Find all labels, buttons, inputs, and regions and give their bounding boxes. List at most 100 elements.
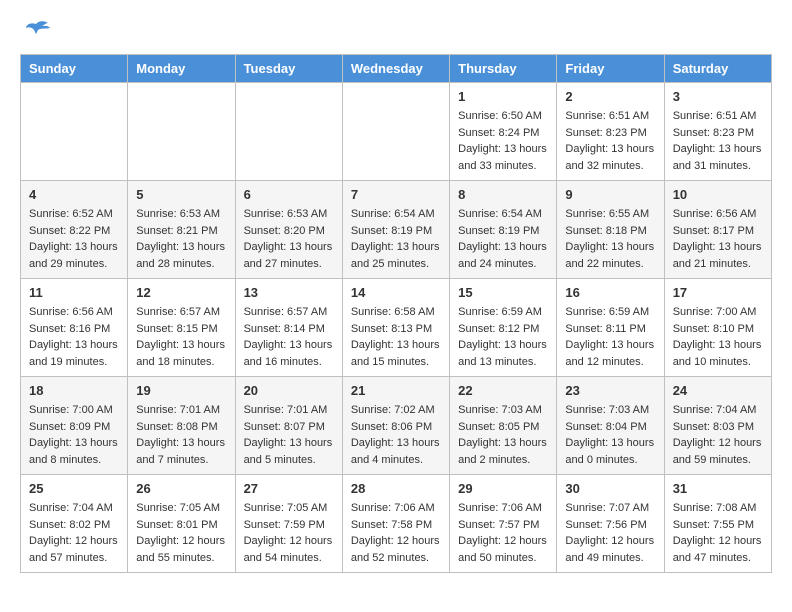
calendar-week-row: 4 Sunrise: 6:52 AM Sunset: 8:22 PM Daylig… (21, 181, 772, 279)
day-number: 11 (29, 285, 119, 300)
weekday-header-monday: Monday (128, 55, 235, 83)
calendar-cell: 29 Sunrise: 7:06 AM Sunset: 7:57 PM Dayli… (450, 475, 557, 573)
calendar-cell: 11 Sunrise: 6:56 AM Sunset: 8:16 PM Dayli… (21, 279, 128, 377)
calendar-cell (128, 83, 235, 181)
day-number: 9 (565, 187, 655, 202)
day-info: Sunrise: 7:05 AM Sunset: 8:01 PM Dayligh… (136, 500, 226, 566)
day-info: Sunrise: 6:59 AM Sunset: 8:11 PM Dayligh… (565, 304, 655, 370)
calendar-cell: 24 Sunrise: 7:04 AM Sunset: 8:03 PM Dayli… (664, 377, 771, 475)
day-info: Sunrise: 7:01 AM Sunset: 8:08 PM Dayligh… (136, 402, 226, 468)
calendar-cell: 13Sunrise: 6:57 AM Sunset: 8:14 PM Dayli… (235, 279, 342, 377)
day-number: 26 (136, 481, 226, 496)
weekday-header-sunday: Sunday (21, 55, 128, 83)
day-number: 17 (673, 285, 763, 300)
calendar-cell: 20 Sunrise: 7:01 AM Sunset: 8:07 PM Dayli… (235, 377, 342, 475)
day-info: Sunrise: 7:00 AM Sunset: 8:10 PM Dayligh… (673, 304, 763, 370)
calendar-cell: 14Sunrise: 6:58 AM Sunset: 8:13 PM Dayli… (342, 279, 449, 377)
day-info: Sunrise: 7:06 AM Sunset: 7:57 PM Dayligh… (458, 500, 548, 566)
calendar-cell: 26 Sunrise: 7:05 AM Sunset: 8:01 PM Dayli… (128, 475, 235, 573)
weekday-header-wednesday: Wednesday (342, 55, 449, 83)
day-info: Sunrise: 6:51 AM Sunset: 8:23 PM Dayligh… (673, 108, 763, 174)
day-info: Sunrise: 6:53 AM Sunset: 8:20 PM Dayligh… (244, 206, 334, 272)
day-number: 4 (29, 187, 119, 202)
weekday-header-saturday: Saturday (664, 55, 771, 83)
weekday-header-thursday: Thursday (450, 55, 557, 83)
weekday-header-row: SundayMondayTuesdayWednesdayThursdayFrid… (21, 55, 772, 83)
day-number: 28 (351, 481, 441, 496)
day-number: 5 (136, 187, 226, 202)
day-info: Sunrise: 7:04 AM Sunset: 8:03 PM Dayligh… (673, 402, 763, 468)
day-info: Sunrise: 6:56 AM Sunset: 8:16 PM Dayligh… (29, 304, 119, 370)
calendar-cell: 3 Sunrise: 6:51 AM Sunset: 8:23 PM Daylig… (664, 83, 771, 181)
calendar-cell: 15 Sunrise: 6:59 AM Sunset: 8:12 PM Dayli… (450, 279, 557, 377)
day-info: Sunrise: 6:52 AM Sunset: 8:22 PM Dayligh… (29, 206, 119, 272)
calendar-cell: 31Sunrise: 7:08 AM Sunset: 7:55 PM Dayli… (664, 475, 771, 573)
calendar-cell: 6 Sunrise: 6:53 AM Sunset: 8:20 PM Daylig… (235, 181, 342, 279)
calendar-cell: 12 Sunrise: 6:57 AM Sunset: 8:15 PM Dayli… (128, 279, 235, 377)
calendar-cell: 8Sunrise: 6:54 AM Sunset: 8:19 PM Daylig… (450, 181, 557, 279)
weekday-header-tuesday: Tuesday (235, 55, 342, 83)
calendar-cell (342, 83, 449, 181)
calendar-cell: 25Sunrise: 7:04 AM Sunset: 8:02 PM Dayli… (21, 475, 128, 573)
day-info: Sunrise: 6:55 AM Sunset: 8:18 PM Dayligh… (565, 206, 655, 272)
calendar-cell: 21 Sunrise: 7:02 AM Sunset: 8:06 PM Dayli… (342, 377, 449, 475)
calendar-cell (21, 83, 128, 181)
page-header (20, 20, 772, 38)
calendar-cell: 4 Sunrise: 6:52 AM Sunset: 8:22 PM Daylig… (21, 181, 128, 279)
day-info: Sunrise: 7:03 AM Sunset: 8:05 PM Dayligh… (458, 402, 548, 468)
day-info: Sunrise: 6:59 AM Sunset: 8:12 PM Dayligh… (458, 304, 548, 370)
day-number: 21 (351, 383, 441, 398)
logo-bird-icon (22, 20, 50, 42)
calendar-cell: 27Sunrise: 7:05 AM Sunset: 7:59 PM Dayli… (235, 475, 342, 573)
calendar-cell: 19 Sunrise: 7:01 AM Sunset: 8:08 PM Dayli… (128, 377, 235, 475)
calendar-cell: 9 Sunrise: 6:55 AM Sunset: 8:18 PM Daylig… (557, 181, 664, 279)
day-number: 14 (351, 285, 441, 300)
day-info: Sunrise: 6:57 AM Sunset: 8:15 PM Dayligh… (136, 304, 226, 370)
day-number: 29 (458, 481, 548, 496)
day-info: Sunrise: 7:00 AM Sunset: 8:09 PM Dayligh… (29, 402, 119, 468)
calendar-cell: 5 Sunrise: 6:53 AM Sunset: 8:21 PM Daylig… (128, 181, 235, 279)
calendar-week-row: 18 Sunrise: 7:00 AM Sunset: 8:09 PM Dayli… (21, 377, 772, 475)
day-number: 18 (29, 383, 119, 398)
day-info: Sunrise: 7:07 AM Sunset: 7:56 PM Dayligh… (565, 500, 655, 566)
calendar-cell: 7Sunrise: 6:54 AM Sunset: 8:19 PM Daylig… (342, 181, 449, 279)
weekday-header-friday: Friday (557, 55, 664, 83)
calendar-cell: 18 Sunrise: 7:00 AM Sunset: 8:09 PM Dayli… (21, 377, 128, 475)
calendar-table: SundayMondayTuesdayWednesdayThursdayFrid… (20, 54, 772, 573)
day-number: 19 (136, 383, 226, 398)
calendar-cell: 30 Sunrise: 7:07 AM Sunset: 7:56 PM Dayli… (557, 475, 664, 573)
day-number: 15 (458, 285, 548, 300)
calendar-cell: 28 Sunrise: 7:06 AM Sunset: 7:58 PM Dayli… (342, 475, 449, 573)
day-info: Sunrise: 6:57 AM Sunset: 8:14 PM Dayligh… (244, 304, 334, 370)
day-number: 31 (673, 481, 763, 496)
calendar-week-row: 1 Sunrise: 6:50 AM Sunset: 8:24 PM Daylig… (21, 83, 772, 181)
day-number: 30 (565, 481, 655, 496)
day-info: Sunrise: 7:03 AM Sunset: 8:04 PM Dayligh… (565, 402, 655, 468)
day-number: 6 (244, 187, 334, 202)
calendar-week-row: 25Sunrise: 7:04 AM Sunset: 8:02 PM Dayli… (21, 475, 772, 573)
day-number: 10 (673, 187, 763, 202)
calendar-cell: 22 Sunrise: 7:03 AM Sunset: 8:05 PM Dayli… (450, 377, 557, 475)
day-info: Sunrise: 7:06 AM Sunset: 7:58 PM Dayligh… (351, 500, 441, 566)
day-info: Sunrise: 6:54 AM Sunset: 8:19 PM Dayligh… (351, 206, 441, 272)
calendar-cell: 17 Sunrise: 7:00 AM Sunset: 8:10 PM Dayli… (664, 279, 771, 377)
logo (20, 20, 50, 38)
day-number: 22 (458, 383, 548, 398)
day-info: Sunrise: 6:51 AM Sunset: 8:23 PM Dayligh… (565, 108, 655, 174)
day-number: 27 (244, 481, 334, 496)
day-info: Sunrise: 6:53 AM Sunset: 8:21 PM Dayligh… (136, 206, 226, 272)
day-number: 24 (673, 383, 763, 398)
calendar-cell: 23Sunrise: 7:03 AM Sunset: 8:04 PM Dayli… (557, 377, 664, 475)
day-info: Sunrise: 7:02 AM Sunset: 8:06 PM Dayligh… (351, 402, 441, 468)
day-info: Sunrise: 6:50 AM Sunset: 8:24 PM Dayligh… (458, 108, 548, 174)
day-number: 12 (136, 285, 226, 300)
calendar-cell (235, 83, 342, 181)
day-info: Sunrise: 7:01 AM Sunset: 8:07 PM Dayligh… (244, 402, 334, 468)
day-number: 25 (29, 481, 119, 496)
day-number: 1 (458, 89, 548, 104)
calendar-cell: 2Sunrise: 6:51 AM Sunset: 8:23 PM Daylig… (557, 83, 664, 181)
day-number: 3 (673, 89, 763, 104)
day-info: Sunrise: 6:56 AM Sunset: 8:17 PM Dayligh… (673, 206, 763, 272)
day-number: 16 (565, 285, 655, 300)
day-number: 20 (244, 383, 334, 398)
